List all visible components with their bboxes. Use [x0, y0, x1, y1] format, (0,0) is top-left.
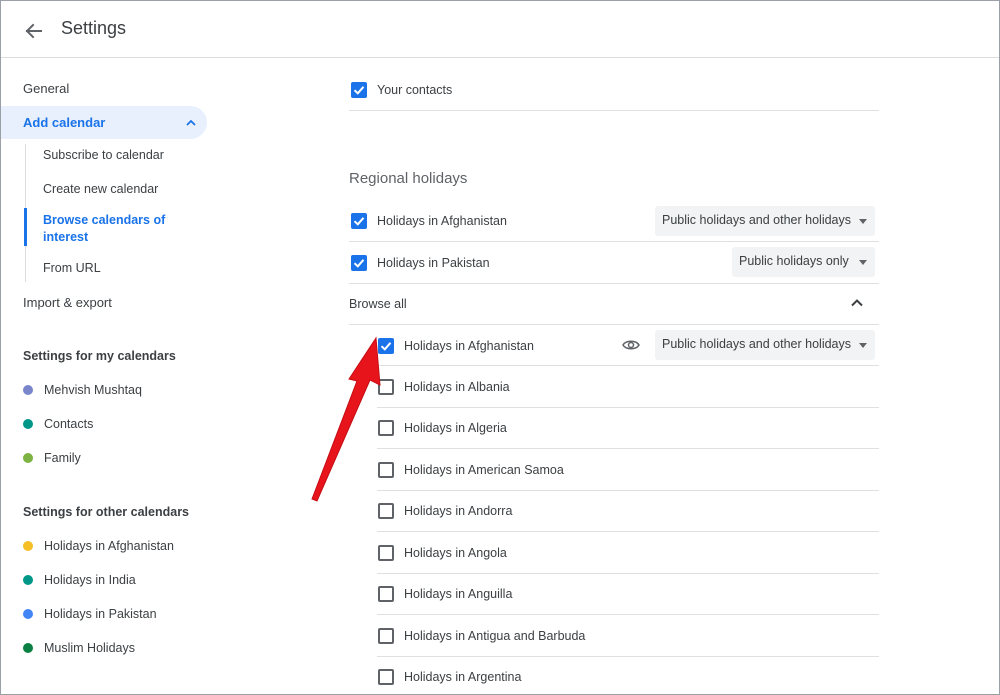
calendar-color-dot — [23, 453, 33, 463]
browse-all-label: Browse all — [349, 297, 407, 311]
other-calendar-item[interactable]: Holidays in Pakistan — [23, 604, 157, 624]
other-calendar-item[interactable]: Holidays in Afghanistan — [23, 536, 174, 556]
calendar-name: Contacts — [44, 417, 94, 431]
holiday-type-select[interactable]: Public holidays only — [732, 247, 875, 277]
sidebar-item-subscribe[interactable]: Subscribe to calendar — [43, 148, 164, 162]
other-calendar-item[interactable]: Muslim Holidays — [23, 638, 135, 658]
eye-icon[interactable] — [622, 338, 640, 352]
holiday-type-select[interactable]: Public holidays and other holidays — [655, 206, 875, 236]
arrow-back-icon — [25, 23, 42, 39]
calendar-name: Holidays in India — [44, 573, 136, 587]
browse-checkbox[interactable] — [378, 628, 394, 644]
your-contacts-label: Your contacts — [377, 83, 453, 97]
sidebar-item-label: Add calendar — [23, 115, 106, 130]
divider — [377, 614, 879, 615]
chevron-up-icon[interactable] — [849, 295, 865, 311]
dropdown-caret-icon — [859, 260, 867, 265]
annotation-arrow-icon — [311, 336, 381, 502]
regional-label: Holidays in Pakistan — [377, 256, 490, 270]
divider — [377, 656, 879, 657]
regional-checkbox-afghanistan[interactable] — [351, 213, 367, 229]
regional-checkbox-pakistan[interactable] — [351, 255, 367, 271]
chevron-up-icon[interactable] — [185, 117, 197, 129]
check-icon — [353, 86, 365, 95]
my-calendars-heading: Settings for my calendars — [23, 349, 176, 363]
select-value: Public holidays only — [739, 254, 849, 268]
dropdown-caret-icon — [859, 343, 867, 348]
browse-item-label: Holidays in Albania — [404, 380, 510, 394]
calendar-color-dot — [23, 419, 33, 429]
divider — [377, 448, 879, 449]
my-calendar-item[interactable]: Contacts — [23, 414, 93, 434]
select-value: Public holidays and other holidays — [662, 337, 852, 351]
browse-item-label: Holidays in Afghanistan — [404, 339, 534, 353]
calendar-name: Family — [44, 451, 81, 465]
header: Settings — [1, 1, 999, 58]
calendar-color-dot — [23, 385, 33, 395]
sidebar-item-from-url[interactable]: From URL — [43, 261, 101, 275]
check-icon — [353, 217, 365, 226]
sidebar-item-browse-interest[interactable]: Browse calendars of interest — [43, 212, 183, 246]
browse-item-label: Holidays in Argentina — [404, 670, 522, 684]
sidebar-item-import-export[interactable]: Import & export — [23, 295, 112, 310]
page-title: Settings — [61, 18, 127, 38]
calendar-color-dot — [23, 541, 33, 551]
calendar-color-dot — [23, 609, 33, 619]
calendar-name: Muslim Holidays — [44, 641, 135, 655]
divider — [349, 241, 879, 242]
calendar-name: Holidays in Pakistan — [44, 607, 157, 621]
check-icon — [353, 259, 365, 268]
calendar-name: Mehvish Mushtaq — [44, 383, 142, 397]
divider — [349, 283, 879, 284]
divider — [349, 110, 879, 111]
tree-active-indicator — [24, 208, 27, 246]
browse-checkbox[interactable] — [378, 545, 394, 561]
calendar-name: Holidays in Afghanistan — [44, 539, 174, 553]
sidebar-item-general[interactable]: General — [23, 81, 69, 96]
regional-label: Holidays in Afghanistan — [377, 214, 507, 228]
calendar-color-dot — [23, 643, 33, 653]
browse-item-label: Holidays in American Samoa — [404, 463, 564, 477]
back-button[interactable] — [19, 17, 47, 45]
divider — [377, 490, 879, 491]
browse-item-label: Holidays in Anguilla — [404, 587, 513, 601]
browse-item-label: Holidays in Antigua and Barbuda — [404, 629, 586, 643]
divider — [377, 365, 879, 366]
calendar-color-dot — [23, 575, 33, 585]
divider — [349, 324, 879, 325]
select-value: Public holidays and other holidays — [662, 213, 852, 227]
divider — [377, 573, 879, 574]
divider — [377, 407, 879, 408]
your-contacts-checkbox[interactable] — [351, 82, 367, 98]
browse-checkbox[interactable] — [378, 669, 394, 685]
my-calendar-item[interactable]: Family — [23, 448, 81, 468]
sidebar-item-create-calendar[interactable]: Create new calendar — [43, 182, 158, 196]
settings-window: Settings General Add calendar Subscribe … — [0, 0, 1000, 695]
browse-item-label: Holidays in Algeria — [404, 421, 507, 435]
divider — [377, 531, 879, 532]
dropdown-caret-icon — [859, 219, 867, 224]
my-calendar-item[interactable]: Mehvish Mushtaq — [23, 380, 142, 400]
sidebar: General Add calendar Subscribe to calend… — [1, 58, 216, 694]
holiday-type-select[interactable]: Public holidays and other holidays — [655, 330, 875, 360]
sidebar-item-add-calendar[interactable]: Add calendar — [1, 106, 207, 139]
other-calendar-item[interactable]: Holidays in India — [23, 570, 136, 590]
browse-item-label: Holidays in Andorra — [404, 504, 513, 518]
browse-checkbox[interactable] — [378, 586, 394, 602]
regional-holidays-heading: Regional holidays — [349, 170, 468, 187]
main-content: Your contacts Regional holidays Holidays… — [331, 58, 999, 694]
browse-item-label: Holidays in Angola — [404, 546, 507, 560]
other-calendars-heading: Settings for other calendars — [23, 505, 190, 519]
